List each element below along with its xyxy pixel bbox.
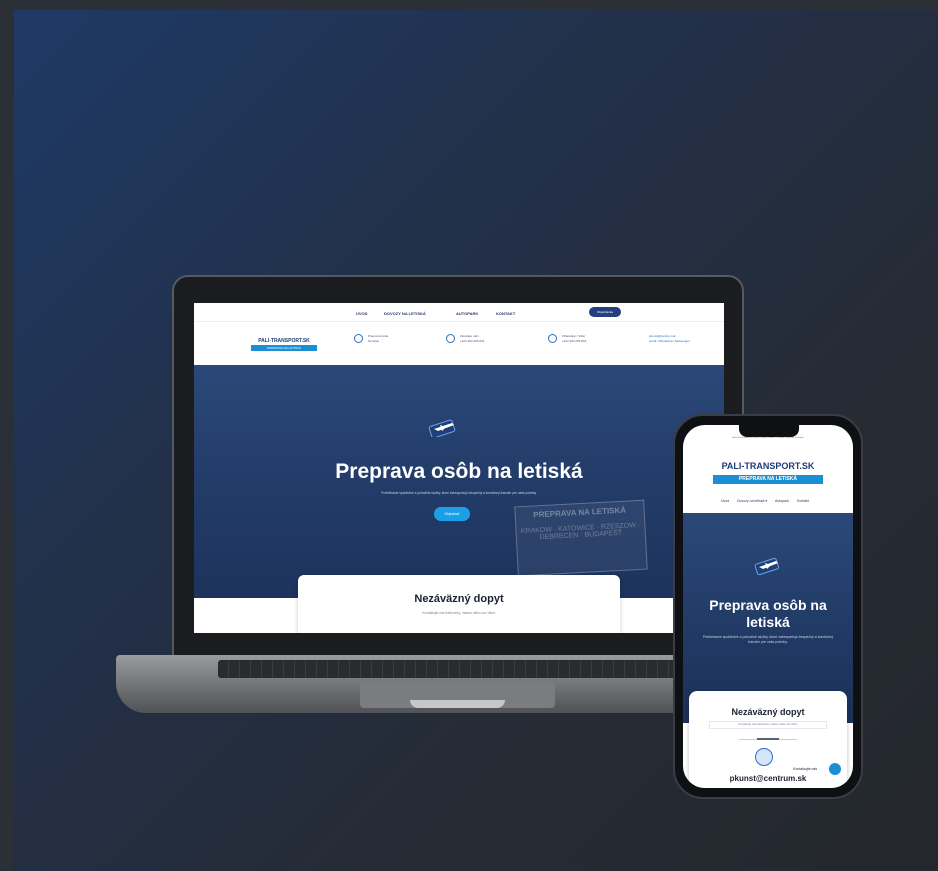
laptop-header: PALI-TRANSPORT.SK PREPRAVA NA LETISKÁ Pr… — [194, 321, 724, 365]
nav-kontakt[interactable]: KONTAKT — [496, 311, 515, 316]
nav-uvod[interactable]: ÚVOD — [356, 311, 368, 316]
info-email[interactable]: pkunst@centrum.sk email / WhatsApp / Mess… — [649, 334, 690, 344]
phone-logo-name[interactable]: PALI-TRANSPORT.SK — [683, 461, 853, 471]
phone-screen: Spoľahlivá preprava na letiská Krakow, K… — [683, 425, 853, 788]
order-button[interactable]: Objednávka — [589, 307, 621, 317]
laptop-keyboard — [218, 660, 696, 678]
inquiry-card: Nezáväzný dopyt Kontaktujte nás telefoni… — [298, 575, 620, 633]
laptop-nav: ÚVOD DOVOZY NA LETISKÁ AUTOPARK KONTAKT … — [194, 303, 724, 321]
airport-sign: PREPRAVA NA LETISKÁ KRAKOW · KATOWICE · … — [514, 499, 648, 577]
laptop-hinge-notch — [410, 700, 505, 708]
laptop-hero: PREPRAVA NA LETISKÁ KRAKOW · KATOWICE · … — [194, 365, 724, 598]
laptop-screen: ÚVOD DOVOZY NA LETISKÁ AUTOPARK KONTAKT … — [194, 303, 724, 633]
phone-inquiry-title: Nezáväzný dopyt — [731, 707, 805, 717]
phone-hero-subtitle: Prebiehame spoľahlivé a pohodlné služby,… — [702, 635, 834, 644]
phone-notch — [739, 425, 799, 437]
logo-tagline: PREPRAVA NA LETISKÁ — [251, 345, 317, 351]
inquiry-title: Nezáväzný dopyt — [414, 593, 504, 605]
hero-order-button[interactable]: Objednať — [434, 507, 470, 521]
logo-name: PALI-TRANSPORT.SK — [258, 338, 310, 344]
phone-hero-title: Preprava osôb na letiská — [709, 597, 827, 630]
phone-logo-tagline: PREPRAVA NA LETISKÁ — [713, 475, 823, 484]
phone-email[interactable]: pkunst@centrum.sk — [689, 774, 847, 783]
airplane-ticket-icon — [428, 419, 456, 437]
hero-title: Preprava osôb na letiská — [335, 460, 583, 483]
phone-nav-autopark[interactable]: Autopark — [775, 499, 789, 503]
nav-autopark[interactable]: AUTOPARK — [456, 311, 478, 316]
info-whatsapp: WhatsApp / Viber +421 903 265 843 — [562, 334, 587, 343]
phone-inquiry-card: Nezáväzný dopyt Kontaktujte nás telefoni… — [689, 691, 847, 788]
info-phone: Zavolajte nám +421 903 265 843 — [460, 334, 485, 343]
phone-nav-uvod[interactable]: Úvod — [721, 499, 729, 503]
airplane-ticket-icon — [754, 557, 779, 575]
phone-nav-kontakt[interactable]: Kontakt — [797, 499, 809, 503]
clock-icon — [354, 334, 363, 343]
chat-label[interactable]: Kontaktujte nás — [793, 767, 817, 771]
inquiry-subtitle: Kontaktujte nás telefonicky, mailom aleb… — [422, 611, 496, 615]
phone-nav-dovozy[interactable]: Dovozy na letiská ▾ — [737, 499, 767, 503]
phone-icon — [446, 334, 455, 343]
nav-dovozy[interactable]: DOVOZY NA LETISKÁ — [384, 311, 426, 316]
hero-subtitle: Prebiehame spoľahlivé a pohodlné služby,… — [381, 491, 537, 495]
contact-avatar-icon — [755, 748, 773, 766]
divider-accent — [757, 738, 779, 740]
whatsapp-icon — [548, 334, 557, 343]
logo[interactable]: PALI-TRANSPORT.SK PREPRAVA NA LETISKÁ — [249, 332, 319, 354]
info-hours: Pracovná doba Nonstop — [368, 334, 389, 343]
phone-inquiry-subtitle: Kontaktujte nás telefonicky, mailom aleb… — [709, 721, 827, 729]
phone-topbar: Spoľahlivá preprava na letiská Krakow, K… — [732, 437, 804, 439]
